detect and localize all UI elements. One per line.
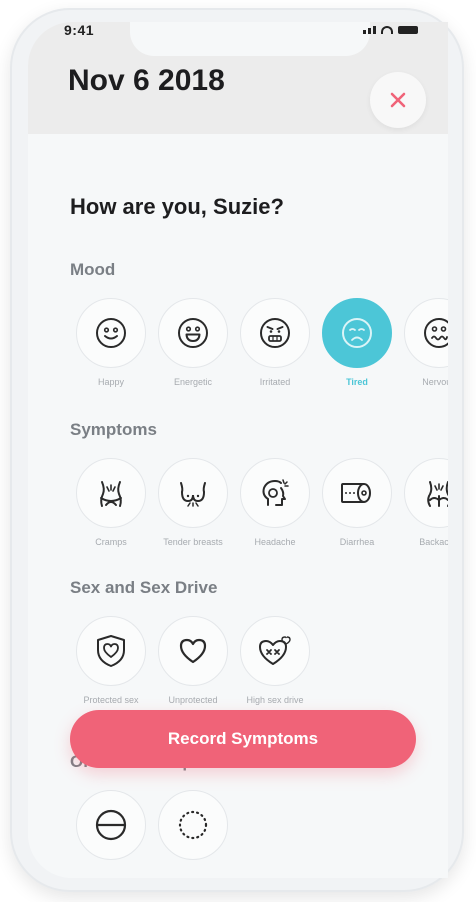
backache-icon: [427, 481, 448, 507]
unprotected-sex-icon: [179, 638, 207, 664]
status-icons: [363, 26, 418, 34]
mood-label: Energetic: [173, 377, 213, 387]
sex-section-title: Sex and Sex Drive: [70, 578, 218, 597]
symptom-item-tender-breasts[interactable]: Tender breasts: [152, 458, 234, 548]
battery-icon: [398, 26, 418, 34]
mood-item-nervous[interactable]: Nervous: [398, 298, 448, 388]
wifi-icon: [381, 26, 393, 34]
symptom-item-cramps[interactable]: Cramps: [70, 458, 152, 548]
headache-icon: [262, 479, 289, 506]
mood-label: Irritated: [259, 377, 291, 387]
close-icon: [390, 92, 406, 108]
mood-item-tired[interactable]: Tired: [316, 298, 398, 388]
symptom-label: Backache: [419, 537, 448, 547]
mood-section-title: Mood: [70, 260, 116, 279]
diarrhea-icon: [341, 483, 371, 503]
high-sex-drive-icon: [259, 636, 291, 665]
sex-item-protected[interactable]: Protected sex: [70, 616, 152, 718]
selected-mood-circle: [322, 298, 392, 368]
pill-icon: [95, 809, 127, 841]
symptoms-row: Cramps Tender breasts Headache Diarrhea …: [70, 458, 448, 548]
irritated-face-icon: [260, 318, 290, 348]
sex-label: High sex drive: [246, 695, 304, 705]
mood-item-happy[interactable]: Happy: [70, 298, 152, 388]
date-title: Nov 6 2018: [68, 64, 225, 97]
signal-icon: [363, 26, 376, 34]
tired-face-icon: [342, 318, 372, 348]
dotted-circle-icon: [178, 810, 208, 840]
mood-row: Happy Energetic Irritated Tired Nervo: [70, 298, 448, 388]
status-time: 9:41: [64, 22, 95, 38]
happy-face-icon: [96, 318, 126, 348]
mood-item-irritated[interactable]: Irritated: [234, 298, 316, 388]
sex-item-high-drive[interactable]: High sex drive: [234, 616, 316, 718]
app-screen: 9:41 Nov 6 2018 How are you, Suzie? Mood: [28, 22, 448, 878]
mood-label: Tired: [346, 377, 368, 387]
contraceptive-item-pack[interactable]: [152, 790, 234, 868]
sex-row: Protected sex Unprotected sex: [70, 616, 316, 718]
phone-notch: [130, 22, 370, 56]
close-button[interactable]: [370, 72, 426, 128]
energetic-face-icon: [178, 318, 208, 348]
greeting-title: How are you, Suzie?: [70, 194, 284, 219]
contraceptive-item-pill[interactable]: [70, 790, 152, 868]
symptom-label: Diarrhea: [339, 537, 375, 547]
protected-sex-icon: [97, 635, 125, 667]
symptom-label: Cramps: [95, 537, 127, 547]
cramps-icon: [100, 481, 122, 507]
tender-breasts-icon: [180, 482, 206, 507]
symptoms-section-title: Symptoms: [70, 420, 157, 439]
record-symptoms-button[interactable]: Record Symptoms: [70, 710, 416, 768]
sex-label: Protected sex: [83, 695, 139, 705]
symptom-item-backache[interactable]: Backache: [398, 458, 448, 548]
contraceptives-row: [70, 790, 234, 868]
symptom-label: Tender breasts: [163, 537, 223, 547]
symptom-item-diarrhea[interactable]: Diarrhea: [316, 458, 398, 548]
mood-label: Happy: [97, 377, 124, 387]
symptom-label: Headache: [254, 537, 296, 547]
sex-item-unprotected[interactable]: Unprotected sex: [152, 616, 234, 718]
nervous-face-icon: [424, 318, 448, 348]
mood-label: Nervous: [422, 377, 448, 387]
symptom-item-headache[interactable]: Headache: [234, 458, 316, 548]
mood-item-energetic[interactable]: Energetic: [152, 298, 234, 388]
